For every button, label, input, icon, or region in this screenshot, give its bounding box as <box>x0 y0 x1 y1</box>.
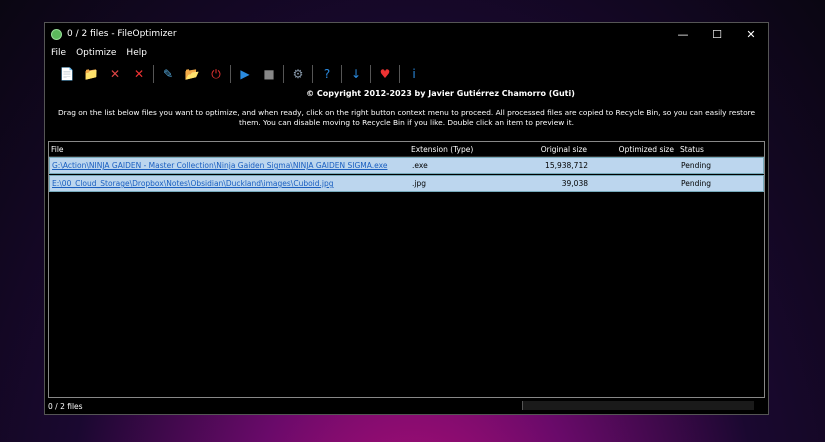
file-extension: .jpg <box>412 179 426 188</box>
maximize-button[interactable]: ☐ <box>700 28 734 41</box>
app-icon <box>51 28 62 40</box>
table-row[interactable]: G:\Action\NINJA GAIDEN - Master Collecti… <box>49 157 764 174</box>
column-file[interactable]: File <box>49 145 407 154</box>
heart-button[interactable]: ♥ <box>373 64 397 84</box>
original-size: 15,938,712 <box>545 161 588 170</box>
file-path[interactable]: E:\00_Cloud_Storage\Dropbox\Notes\Obsidi… <box>50 179 408 188</box>
play-icon: ▶ <box>240 67 250 81</box>
heart-icon: ♥ <box>379 67 391 81</box>
column-status[interactable]: Status <box>674 145 704 154</box>
menu-optimize[interactable]: Optimize <box>76 48 116 58</box>
clear-button[interactable]: ✕ <box>127 64 151 84</box>
original-size: 39,038 <box>561 179 588 188</box>
gear-icon: ⚙ <box>292 67 304 81</box>
remove-button[interactable]: ✕ <box>103 64 127 84</box>
toolbar-separator <box>283 65 284 83</box>
open-folder-button[interactable]: 📂 <box>180 64 204 84</box>
help-button[interactable]: ? <box>315 64 339 84</box>
toolbar-separator <box>399 65 400 83</box>
file-status: Pending <box>681 179 711 188</box>
menu-bar: File Optimize Help <box>45 45 768 61</box>
toolbar-separator <box>230 65 231 83</box>
stop-button[interactable]: ■ <box>257 64 281 84</box>
help-icon: ? <box>323 67 331 81</box>
file-extension: .exe <box>412 161 428 170</box>
list-header: File Extension (Type) Original size Opti… <box>49 142 764 157</box>
power-icon: ⏻ <box>211 66 221 81</box>
toolbar: 📄 📁 ✕ ✕ ✎ 📂 ⏻ ▶ ■ ⚙? ↓ ♥ i <box>45 61 768 87</box>
copyright: © Copyright 2012-2023 by Javier Gutiérre… <box>306 89 575 98</box>
play-button[interactable]: ▶ <box>233 64 257 84</box>
toolbar-separator <box>312 65 313 83</box>
progress-bar <box>522 401 754 410</box>
file-path[interactable]: G:\Action\NINJA GAIDEN - Master Collecti… <box>50 161 408 170</box>
edit-button[interactable]: ✎ <box>156 64 180 84</box>
menu-file[interactable]: File <box>51 48 66 58</box>
close-button[interactable]: ✕ <box>734 28 768 41</box>
update-icon: ↓ <box>350 67 362 81</box>
power-button[interactable]: ⏻ <box>204 64 228 84</box>
edit-icon: ✎ <box>162 67 174 81</box>
remove-icon: ✕ <box>109 67 121 81</box>
info-icon: i <box>412 67 416 81</box>
toolbar-separator <box>370 65 371 83</box>
add-folder-button[interactable]: 📁 <box>79 64 103 84</box>
file-list[interactable]: File Extension (Type) Original size Opti… <box>48 141 765 398</box>
column-optimized-size[interactable]: Optimized size <box>587 145 674 154</box>
status-text: 0 / 2 files <box>48 401 83 411</box>
window-title: 0 / 2 files - FileOptimizer <box>67 29 177 39</box>
add-folder-icon: 📁 <box>83 67 99 81</box>
add-files-button[interactable]: 📄 <box>55 64 79 84</box>
add-files-icon: 📄 <box>59 67 75 81</box>
open-folder-icon: 📂 <box>184 67 200 81</box>
status-bar: 0 / 2 files <box>45 398 768 414</box>
update-button[interactable]: ↓ <box>344 64 368 84</box>
minimize-button[interactable]: — <box>666 28 700 41</box>
table-row[interactable]: E:\00_Cloud_Storage\Dropbox\Notes\Obsidi… <box>49 175 764 192</box>
clear-icon: ✕ <box>133 67 145 81</box>
title-bar: 0 / 2 files - FileOptimizer — ☐ ✕ <box>45 23 768 45</box>
toolbar-separator <box>153 65 154 83</box>
column-extension[interactable]: Extension (Type) <box>407 145 507 154</box>
app-window: 0 / 2 files - FileOptimizer — ☐ ✕ File O… <box>44 22 769 415</box>
file-status: Pending <box>681 161 711 170</box>
stop-icon: ■ <box>263 67 275 81</box>
menu-help[interactable]: Help <box>126 48 147 58</box>
column-original-size[interactable]: Original size <box>507 145 587 154</box>
toolbar-separator <box>341 65 342 83</box>
instructions: Drag on the list below files you want to… <box>57 108 756 127</box>
gear-button[interactable]: ⚙ <box>286 64 310 84</box>
info-button[interactable]: i <box>402 64 426 84</box>
